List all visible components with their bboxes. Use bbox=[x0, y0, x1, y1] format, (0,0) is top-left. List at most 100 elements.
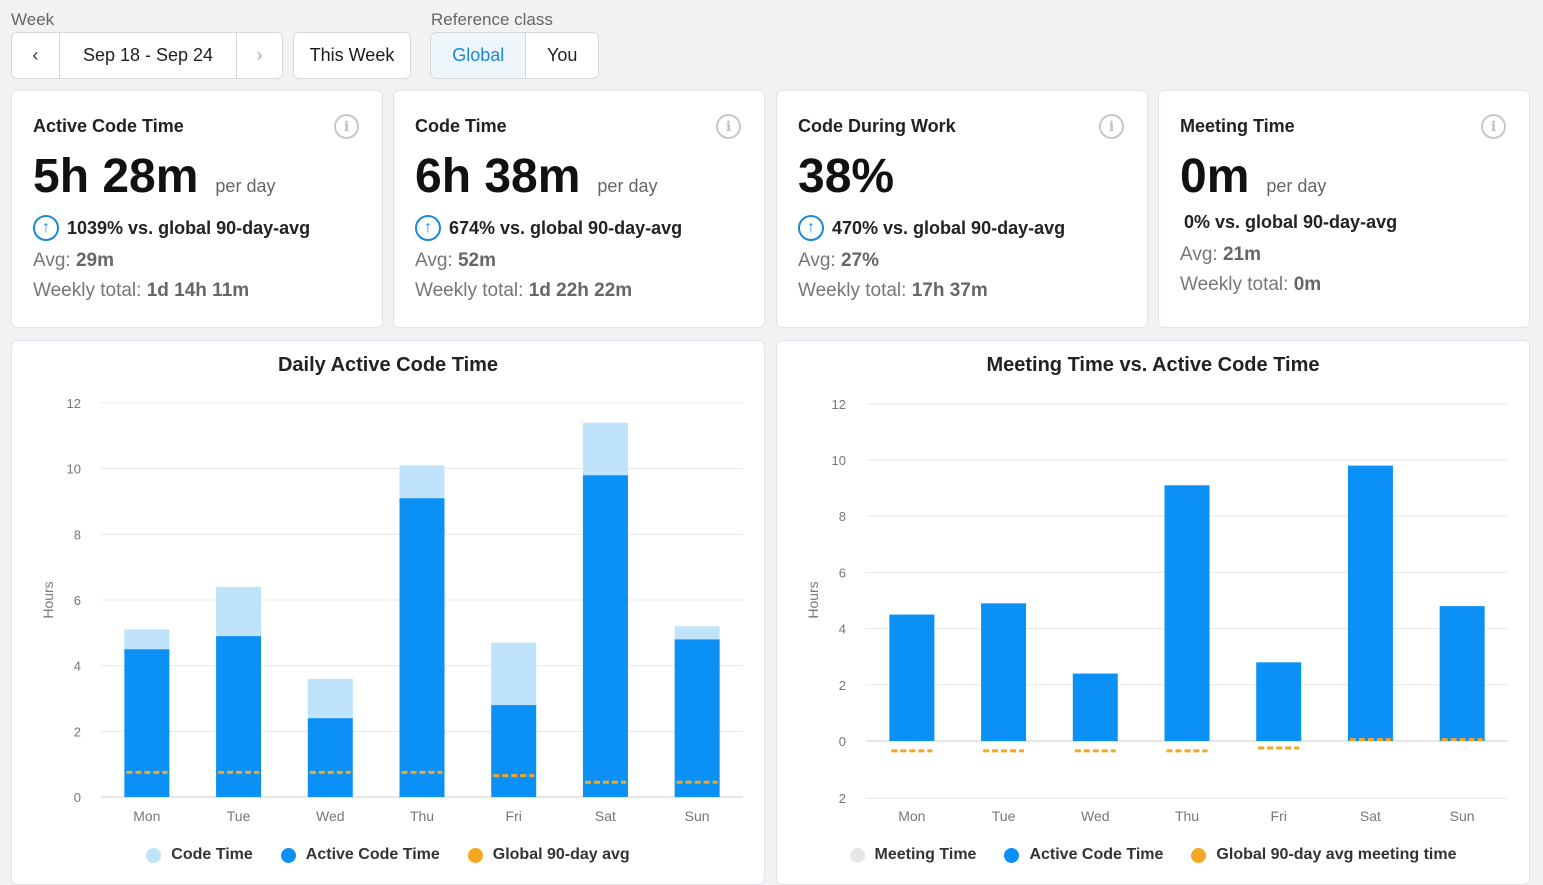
card-title: Meeting Time bbox=[1180, 116, 1295, 136]
ref-global-button[interactable]: Global bbox=[431, 33, 526, 78]
bar-active-code-time bbox=[491, 705, 537, 797]
card-weekly-total: Weekly total: 1d 22h 22m bbox=[415, 280, 633, 301]
card-weekly-total: Weekly total: 1d 14h 11m bbox=[33, 280, 250, 301]
bar-active-code-time bbox=[399, 498, 445, 797]
x-tick-label: Sun bbox=[1450, 808, 1475, 824]
legend-dot bbox=[1191, 847, 1207, 863]
bar-active-code-time bbox=[1439, 606, 1485, 741]
y-tick-label: 6 bbox=[74, 593, 81, 608]
next-week-button[interactable]: › bbox=[236, 33, 282, 78]
legend-dot bbox=[146, 847, 162, 863]
legend-item-active-code-time[interactable]: Active Code Time bbox=[1004, 846, 1163, 864]
bar-active-code-time bbox=[981, 603, 1027, 741]
bar-active-code-time bbox=[889, 614, 935, 741]
bar-active-code-time bbox=[1072, 673, 1118, 741]
bar-code-time bbox=[124, 629, 170, 650]
daily-active-code-time-chart: 0 2 4 6 8 10 12 Hours Mon Tue Wed Thu Fri Sat Sun bbox=[40, 396, 743, 824]
card-value: 38% bbox=[798, 150, 895, 203]
chevron-left-icon: ‹ bbox=[32, 45, 39, 65]
card-avg: Avg: 52m bbox=[415, 250, 496, 271]
this-week-button[interactable]: This Week bbox=[293, 32, 411, 79]
chart-legend: Code Time Active Code Time Global 90-day… bbox=[12, 846, 764, 864]
x-tick-label: Wed bbox=[316, 808, 345, 824]
card-code-during-work: Code During Work i 38% ↑ 470% vs. global … bbox=[776, 90, 1148, 328]
arrow-up-icon: ↑ bbox=[415, 215, 441, 241]
arrow-up-icon: ↑ bbox=[798, 215, 824, 241]
card-code-time: Code Time i 6h 38m per day ↑ 674% vs. glob… bbox=[393, 90, 765, 328]
y-tick-label: 10 bbox=[67, 462, 81, 477]
bar-active-code-time bbox=[1164, 485, 1210, 741]
x-tick-label: Tue bbox=[227, 808, 251, 824]
y-tick-label: 2 bbox=[74, 724, 81, 739]
card-title: Active Code Time bbox=[33, 116, 184, 136]
x-tick-label: Sat bbox=[1360, 808, 1381, 824]
card-comparison: ↑ 674% vs. global 90-day-avg bbox=[415, 215, 682, 241]
card-comparison: 0% vs. global 90-day-avg bbox=[1184, 212, 1398, 232]
per-day-label: per day bbox=[215, 176, 276, 196]
y-tick-label: 2 bbox=[839, 791, 846, 806]
bar-active-code-time bbox=[582, 475, 628, 797]
arrow-up-icon: ↑ bbox=[33, 215, 59, 241]
bar-active-code-time bbox=[1347, 465, 1393, 741]
legend-item-meeting-time[interactable]: Meeting Time bbox=[849, 846, 976, 864]
reference-class-toggle: Global You bbox=[430, 32, 599, 79]
y-tick-label: 8 bbox=[839, 509, 846, 524]
legend-item-active-code-time[interactable]: Active Code Time bbox=[280, 846, 440, 864]
meeting-vs-active-panel: Meeting Time vs. Active Code Time 12 10 8 6… bbox=[776, 340, 1530, 885]
card-weekly-total: Weekly total: 0m bbox=[1180, 274, 1322, 295]
info-icon[interactable]: i bbox=[716, 114, 741, 139]
legend-item-global-avg[interactable]: Global 90-day avg bbox=[467, 846, 630, 864]
card-value: 5h 28m per day bbox=[33, 150, 276, 203]
y-axis-label: Hours bbox=[805, 581, 821, 618]
info-icon[interactable]: i bbox=[334, 114, 359, 139]
card-avg: Avg: 29m bbox=[33, 250, 114, 271]
legend-dot bbox=[849, 847, 865, 863]
prev-week-button[interactable]: ‹ bbox=[12, 33, 59, 78]
y-tick-label: 4 bbox=[74, 659, 81, 674]
y-tick-label: 2 bbox=[839, 678, 846, 693]
bar-code-time bbox=[216, 586, 262, 637]
x-tick-label: Tue bbox=[992, 808, 1016, 824]
info-icon[interactable]: i bbox=[1099, 114, 1124, 139]
bar-active-code-time bbox=[1256, 662, 1302, 741]
card-title: Code During Work bbox=[798, 116, 956, 136]
per-day-label: per day bbox=[1266, 176, 1327, 196]
info-icon[interactable]: i bbox=[1481, 114, 1506, 139]
week-label: Week bbox=[11, 10, 55, 29]
legend-dot bbox=[280, 847, 296, 863]
bar-active-code-time bbox=[124, 649, 170, 797]
card-avg: Avg: 21m bbox=[1180, 244, 1261, 265]
x-tick-label: Fri bbox=[1271, 808, 1287, 824]
y-tick-label: 12 bbox=[832, 397, 846, 412]
y-axis-label: Hours bbox=[40, 581, 56, 618]
week-range: Sep 18 - Sep 24 bbox=[58, 33, 236, 78]
card-avg: Avg: 27% bbox=[798, 250, 879, 271]
y-tick-label: 8 bbox=[74, 527, 81, 542]
ref-you-button[interactable]: You bbox=[525, 33, 598, 78]
legend-dot bbox=[1004, 847, 1020, 863]
card-comparison: ↑ 1039% vs. global 90-day-avg bbox=[33, 215, 310, 241]
card-active-code-time: Active Code Time i 5h 28m per day ↑ 1039% … bbox=[11, 90, 383, 328]
card-meeting-time: Meeting Time i 0m per day 0% vs. global 9… bbox=[1158, 90, 1530, 328]
chevron-right-icon: › bbox=[256, 45, 263, 65]
card-title: Code Time bbox=[415, 116, 507, 136]
card-weekly-total: Weekly total: 17h 37m bbox=[798, 280, 988, 301]
legend-dot bbox=[467, 847, 483, 863]
card-value: 0m per day bbox=[1180, 150, 1327, 203]
x-tick-label: Thu bbox=[1175, 808, 1199, 824]
y-tick-label: 0 bbox=[74, 790, 81, 805]
bar-active-code-time bbox=[307, 718, 353, 797]
week-selector: ‹ Sep 18 - Sep 24 › bbox=[11, 32, 283, 79]
bar-code-time bbox=[399, 465, 445, 499]
chart-legend: Meeting Time Active Code Time Global 90-… bbox=[777, 846, 1529, 864]
x-tick-label: Sat bbox=[595, 808, 616, 824]
card-value: 6h 38m per day bbox=[415, 150, 658, 203]
legend-item-code-time[interactable]: Code Time bbox=[146, 846, 253, 864]
x-tick-label: Thu bbox=[410, 808, 434, 824]
bar-code-time bbox=[582, 422, 628, 476]
bar-code-time bbox=[491, 642, 537, 706]
x-tick-label: Fri bbox=[506, 808, 522, 824]
bar-code-time bbox=[674, 626, 720, 640]
y-tick-label: 12 bbox=[67, 396, 81, 411]
legend-item-global-avg-meeting[interactable]: Global 90-day avg meeting time bbox=[1191, 846, 1457, 864]
